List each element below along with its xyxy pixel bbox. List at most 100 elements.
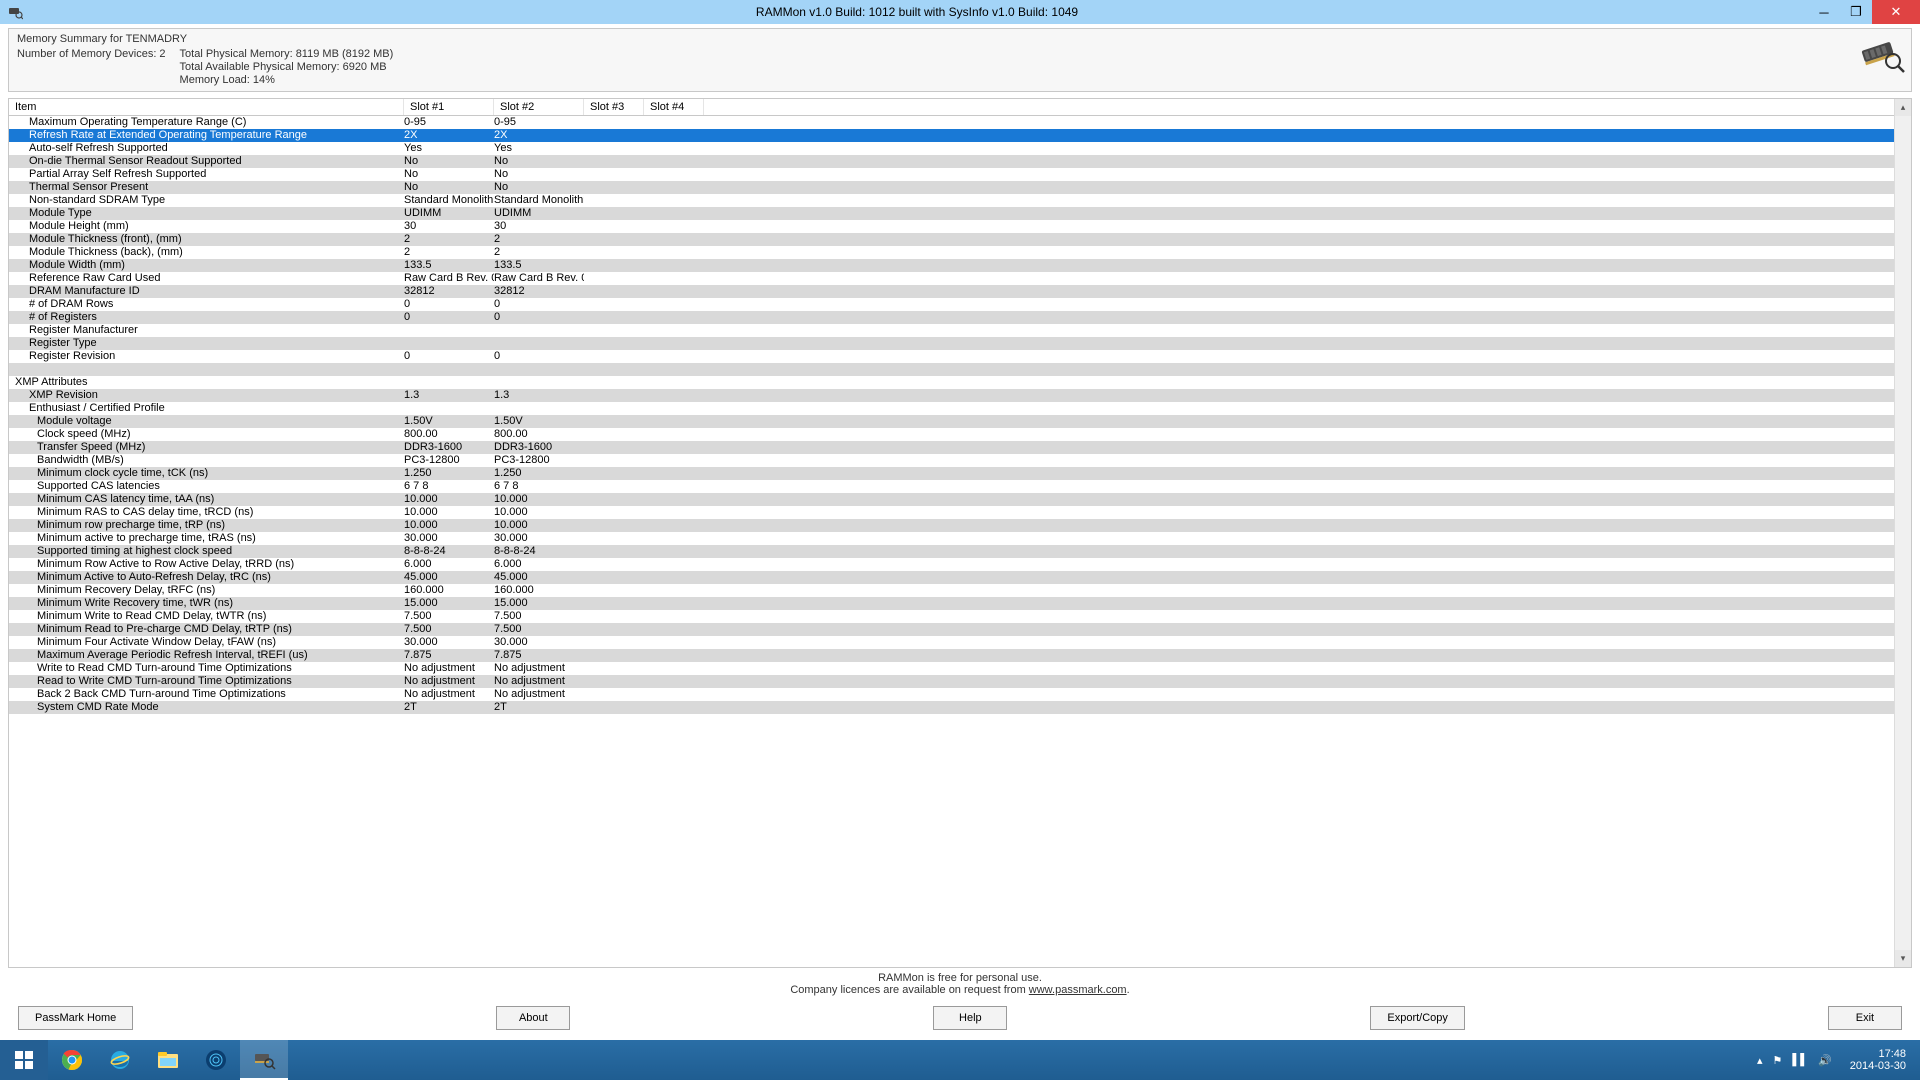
vertical-scrollbar[interactable]: ▴ ▾: [1894, 99, 1911, 967]
column-header-item[interactable]: Item: [9, 99, 404, 115]
table-row[interactable]: Write to Read CMD Turn-around Time Optim…: [9, 662, 1894, 675]
table-row[interactable]: Thermal Sensor PresentNoNo: [9, 181, 1894, 194]
table-row[interactable]: Module Width (mm)133.5133.5: [9, 259, 1894, 272]
table-row[interactable]: Read to Write CMD Turn-around Time Optim…: [9, 675, 1894, 688]
table-row[interactable]: Minimum Active to Auto-Refresh Delay, tR…: [9, 571, 1894, 584]
table-row[interactable]: System CMD Rate Mode2T2T: [9, 701, 1894, 714]
row-slot4-value: [644, 649, 704, 662]
start-button[interactable]: [0, 1040, 48, 1080]
tray-volume-icon[interactable]: 🔊: [1818, 1054, 1832, 1067]
table-row[interactable]: Enthusiast / Certified Profile: [9, 402, 1894, 415]
table-row[interactable]: Minimum Write Recovery time, tWR (ns)15.…: [9, 597, 1894, 610]
table-row[interactable]: Minimum Four Activate Window Delay, tFAW…: [9, 636, 1894, 649]
row-label: # of DRAM Rows: [15, 298, 113, 311]
row-label: Module Thickness (front), (mm): [15, 233, 182, 246]
row-slot2-value: 1.250: [494, 467, 584, 480]
table-row[interactable]: Minimum RAS to CAS delay time, tRCD (ns)…: [9, 506, 1894, 519]
table-row[interactable]: Refresh Rate at Extended Operating Tempe…: [9, 129, 1894, 142]
exit-button[interactable]: Exit: [1828, 1006, 1902, 1030]
taskbar-explorer-icon[interactable]: [144, 1040, 192, 1080]
row-label: Thermal Sensor Present: [15, 181, 148, 194]
table-row[interactable]: Back 2 Back CMD Turn-around Time Optimiz…: [9, 688, 1894, 701]
row-slot4-value: [644, 246, 704, 259]
ram-chip-icon: [1857, 33, 1905, 73]
table-row[interactable]: Supported timing at highest clock speed8…: [9, 545, 1894, 558]
taskbar-clock[interactable]: 17:48 2014-03-30: [1842, 1048, 1914, 1072]
table-row[interactable]: Auto-self Refresh SupportedYesYes: [9, 142, 1894, 155]
tray-up-arrow-icon[interactable]: ▴: [1757, 1054, 1763, 1067]
taskbar-chrome-icon[interactable]: [48, 1040, 96, 1080]
row-slot1-value: 7.875: [404, 649, 494, 662]
column-header-slot4[interactable]: Slot #4: [644, 99, 704, 115]
table-row[interactable]: Partial Array Self Refresh SupportedNoNo: [9, 168, 1894, 181]
table-row[interactable]: Module Thickness (front), (mm)22: [9, 233, 1894, 246]
memory-attributes-table: Item Slot #1 Slot #2 Slot #3 Slot #4 Max…: [8, 98, 1912, 968]
row-label: Module Width (mm): [15, 259, 125, 272]
help-button[interactable]: Help: [933, 1006, 1007, 1030]
tray-network-icon[interactable]: ▌▌: [1792, 1054, 1808, 1066]
row-slot3-value: [584, 675, 644, 688]
table-row[interactable]: XMP Attributes: [9, 376, 1894, 389]
table-row[interactable]: # of Registers00: [9, 311, 1894, 324]
table-row[interactable]: Supported CAS latencies6 7 86 7 8: [9, 480, 1894, 493]
passmark-link[interactable]: www.passmark.com: [1029, 984, 1127, 996]
row-slot4-value: [644, 233, 704, 246]
taskbar-rammon-icon[interactable]: [240, 1040, 288, 1080]
row-slot4-value: [644, 532, 704, 545]
table-row[interactable]: Register Type: [9, 337, 1894, 350]
table-row[interactable]: Module Height (mm)3030: [9, 220, 1894, 233]
table-row[interactable]: # of DRAM Rows00: [9, 298, 1894, 311]
scroll-up-arrow-icon[interactable]: ▴: [1895, 99, 1911, 116]
table-row[interactable]: Module Thickness (back), (mm)22: [9, 246, 1894, 259]
column-header-slot1[interactable]: Slot #1: [404, 99, 494, 115]
minimize-button[interactable]: ─: [1808, 0, 1840, 24]
passmark-home-button[interactable]: PassMark Home: [18, 1006, 133, 1030]
column-header-slot2[interactable]: Slot #2: [494, 99, 584, 115]
close-button[interactable]: ✕: [1872, 0, 1920, 24]
table-row[interactable]: Non-standard SDRAM TypeStandard Monolith…: [9, 194, 1894, 207]
table-row[interactable]: Bandwidth (MB/s)PC3-12800PC3-12800: [9, 454, 1894, 467]
row-label: Non-standard SDRAM Type: [15, 194, 165, 207]
table-row[interactable]: Transfer Speed (MHz)DDR3-1600DDR3-1600: [9, 441, 1894, 454]
table-row[interactable]: DRAM Manufacture ID3281232812: [9, 285, 1894, 298]
system-tray[interactable]: ▴ ⚑ ▌▌ 🔊 17:48 2014-03-30: [1757, 1048, 1920, 1072]
column-header-slot3[interactable]: Slot #3: [584, 99, 644, 115]
table-row[interactable]: Minimum Read to Pre-charge CMD Delay, tR…: [9, 623, 1894, 636]
row-slot1-value: 800.00: [404, 428, 494, 441]
table-row[interactable]: Register Revision00: [9, 350, 1894, 363]
table-row[interactable]: Clock speed (MHz)800.00800.00: [9, 428, 1894, 441]
taskbar-ie-icon[interactable]: [96, 1040, 144, 1080]
row-slot1-value: 8-8-8-24: [404, 545, 494, 558]
table-row[interactable]: XMP Revision1.31.3: [9, 389, 1894, 402]
about-button[interactable]: About: [496, 1006, 570, 1030]
table-row[interactable]: Maximum Average Periodic Refresh Interva…: [9, 649, 1894, 662]
table-row[interactable]: On-die Thermal Sensor Readout SupportedN…: [9, 155, 1894, 168]
tray-flag-icon[interactable]: ⚑: [1773, 1054, 1783, 1067]
table-row[interactable]: Minimum Recovery Delay, tRFC (ns)160.000…: [9, 584, 1894, 597]
table-row[interactable]: Module voltage1.50V1.50V: [9, 415, 1894, 428]
row-slot2-value: 45.000: [494, 571, 584, 584]
maximize-button[interactable]: ❐: [1840, 0, 1872, 24]
table-row[interactable]: Minimum CAS latency time, tAA (ns)10.000…: [9, 493, 1894, 506]
table-row[interactable]: Register Manufacturer: [9, 324, 1894, 337]
scroll-down-arrow-icon[interactable]: ▾: [1895, 950, 1911, 967]
table-row[interactable]: Reference Raw Card UsedRaw Card B Rev. 0…: [9, 272, 1894, 285]
export-copy-button[interactable]: Export/Copy: [1370, 1006, 1465, 1030]
row-slot3-value: [584, 389, 644, 402]
table-row[interactable]: Minimum Row Active to Row Active Delay, …: [9, 558, 1894, 571]
row-slot4-value: [644, 259, 704, 272]
row-slot1-value: [404, 324, 494, 337]
table-row[interactable]: Minimum active to precharge time, tRAS (…: [9, 532, 1894, 545]
table-row[interactable]: Minimum clock cycle time, tCK (ns)1.2501…: [9, 467, 1894, 480]
table-row[interactable]: Maximum Operating Temperature Range (C)0…: [9, 116, 1894, 129]
table-row[interactable]: Module TypeUDIMMUDIMM: [9, 207, 1894, 220]
row-slot1-value: 10.000: [404, 506, 494, 519]
taskbar-app-icon[interactable]: [192, 1040, 240, 1080]
table-row[interactable]: Minimum Write to Read CMD Delay, tWTR (n…: [9, 610, 1894, 623]
row-slot1-value: 1.50V: [404, 415, 494, 428]
license-line1: RAMMon is free for personal use.: [8, 972, 1912, 984]
row-slot2-value: [494, 324, 584, 337]
row-slot2-value: No adjustment: [494, 675, 584, 688]
table-row[interactable]: Minimum row precharge time, tRP (ns)10.0…: [9, 519, 1894, 532]
table-row[interactable]: [9, 363, 1894, 376]
